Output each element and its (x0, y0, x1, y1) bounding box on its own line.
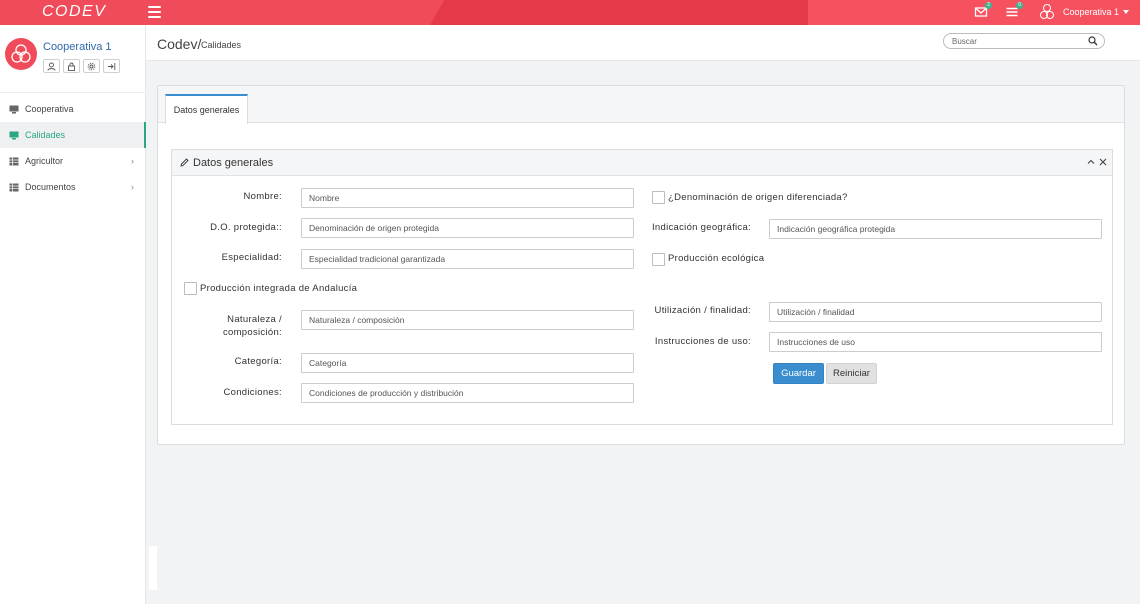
monitor-icon (9, 105, 19, 114)
pencil-icon (180, 158, 189, 167)
condiciones-label: Condiciones: (223, 387, 282, 398)
produccion-integrada-label: Producción integrada de Andalucía (200, 283, 358, 294)
profile-name[interactable]: Cooperativa 1 (43, 41, 112, 53)
caret-down-icon (1123, 10, 1130, 14)
gear-icon[interactable] (83, 59, 100, 73)
nombre-field[interactable] (301, 188, 634, 208)
search-icon[interactable] (1088, 36, 1098, 46)
sidebar-item-label: Cooperativa (25, 104, 74, 114)
instrucciones-field[interactable] (769, 332, 1102, 352)
top-navbar: CODEV 2 0 Cooperativa 1 (0, 0, 1140, 25)
menu-toggle-icon[interactable] (148, 6, 161, 18)
panel-header: Datos generales (172, 150, 1112, 176)
especialidad-label: Especialidad: (221, 252, 282, 263)
sidebar-item-label: Documentos (25, 182, 76, 192)
table-icon (9, 183, 19, 192)
tab-datos-generales[interactable]: Datos generales (165, 94, 248, 124)
app-logo[interactable]: CODEV (42, 3, 106, 21)
sidebar-item-documentos[interactable]: Documentos › (0, 174, 146, 200)
panel-title: Datos generales (193, 157, 274, 169)
utilizacion-field[interactable] (769, 302, 1102, 322)
chevron-right-icon: › (131, 182, 134, 192)
reset-button[interactable]: Reiniciar (826, 363, 877, 384)
user-menu-dropdown[interactable]: Cooperativa 1 (1039, 2, 1130, 22)
messages-icon[interactable]: 2 (974, 2, 992, 19)
navbar-accent-shape (430, 0, 825, 25)
search-input[interactable] (952, 35, 1082, 48)
naturaleza-label-line2: composición: (222, 327, 282, 338)
sidebar-profile: Cooperativa 1 (0, 25, 146, 93)
user-menu-label: Cooperativa 1 (1063, 7, 1120, 17)
breadcrumb-current: Calidades (201, 40, 242, 50)
chevron-right-icon: › (131, 156, 134, 166)
lock-icon[interactable] (63, 59, 80, 73)
table-icon (9, 157, 19, 166)
indicacion-field[interactable] (769, 219, 1102, 239)
tasks-badge: 0 (1016, 2, 1023, 9)
do-protegida-label: D.O. protegida:: (210, 222, 282, 233)
sidebar: Cooperativa 1 Cooperativa Calidades Agri… (0, 25, 146, 604)
user-icon[interactable] (43, 59, 60, 73)
categoria-field[interactable] (301, 353, 634, 373)
sidebar-item-label: Agricultor (25, 156, 64, 166)
tasks-icon[interactable]: 0 (1005, 2, 1023, 19)
datos-generales-panel: Datos generales Nombre: D.O. protegida::… (171, 149, 1113, 425)
sidebar-nav: Cooperativa Calidades Agricultor › Docum… (0, 96, 146, 200)
denominacion-diferenciada-checkbox[interactable] (652, 191, 665, 204)
sidebar-item-cooperativa[interactable]: Cooperativa (0, 96, 146, 122)
sidebar-item-label: Calidades (25, 130, 66, 140)
produccion-integrada-checkbox[interactable] (184, 282, 197, 295)
profile-tools (43, 59, 120, 73)
messages-badge: 2 (985, 2, 992, 9)
close-icon[interactable] (1098, 157, 1108, 167)
user-logo-icon (1040, 4, 1054, 19)
breadcrumb-root[interactable]: Codev/ (157, 36, 201, 52)
footer-strip (149, 546, 157, 590)
monitor-icon (9, 131, 19, 140)
instrucciones-label: Instrucciones de uso: (654, 336, 751, 347)
condiciones-field[interactable] (301, 383, 634, 403)
sidebar-item-calidades[interactable]: Calidades (0, 122, 146, 148)
main-panel: Datos generales Datos generales Nombre: … (157, 85, 1125, 445)
collapse-icon[interactable] (1086, 157, 1096, 167)
page-header: Codev/ Calidades (146, 25, 1140, 61)
naturaleza-field[interactable] (301, 310, 634, 330)
save-button[interactable]: Guardar (773, 363, 824, 384)
produccion-ecologica-checkbox[interactable] (652, 253, 665, 266)
do-protegida-field[interactable] (301, 218, 634, 238)
tab-bar: Datos generales (158, 86, 1124, 124)
produccion-ecologica-label: Producción ecológica (668, 253, 765, 264)
sidebar-item-agricultor[interactable]: Agricultor › (0, 148, 146, 174)
nombre-label: Nombre: (243, 191, 282, 202)
utilizacion-label: Utilización / finalidad: (654, 305, 751, 316)
avatar[interactable] (5, 38, 37, 70)
denominacion-diferenciada-label: ¿Denominación de origen diferenciada? (668, 192, 848, 203)
search-box (943, 33, 1105, 49)
naturaleza-label-line1: Naturaleza / (227, 314, 282, 325)
especialidad-field[interactable] (301, 249, 634, 269)
indicacion-label: Indicación geográfica: (651, 222, 751, 233)
categoria-label: Categoría: (234, 356, 282, 367)
logout-icon[interactable] (103, 59, 120, 73)
